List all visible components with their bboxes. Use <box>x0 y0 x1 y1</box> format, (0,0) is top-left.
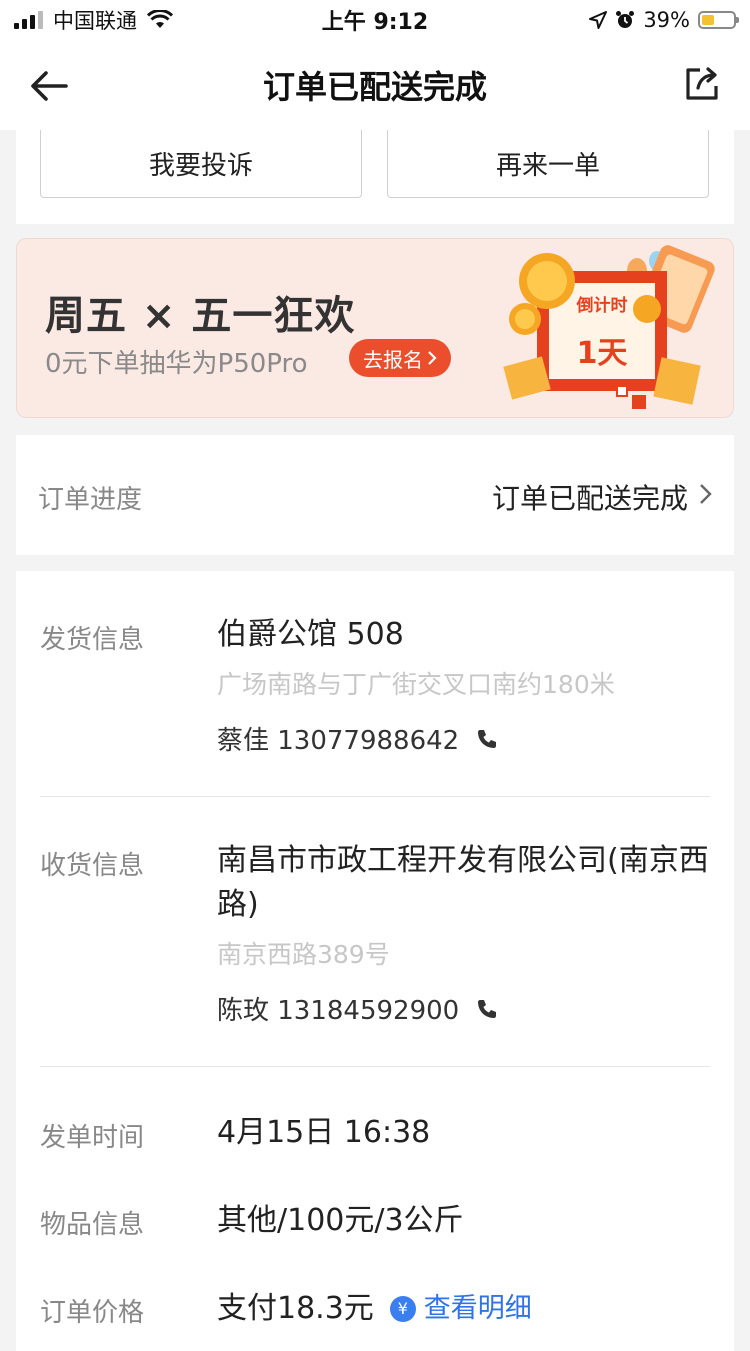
alarm-icon <box>616 11 635 28</box>
divider <box>40 1066 710 1067</box>
order-progress-row[interactable]: 订单进度 订单已配送完成 <box>16 435 734 555</box>
receiving-name: 南昌市市政工程开发有限公司(南京西路) <box>217 843 709 922</box>
location-arrow-icon <box>589 11 608 29</box>
banner-signup-label: 去报名 <box>363 347 423 372</box>
countdown-graphic: 倒计时 1天 <box>503 245 715 409</box>
action-buttons-card: 我要投诉 再来一单 <box>16 130 734 224</box>
order-time-label: 发单时间 <box>40 1123 145 1153</box>
receiving-contact-text: 陈玫 13184592900 <box>217 996 460 1026</box>
banner-subtitle: 0元下单抽华为P50Pro <box>45 349 308 379</box>
price-value: 支付18.3元 <box>217 1291 374 1326</box>
price-row: 支付18.3元 ¥ 查看明细 <box>217 1287 717 1331</box>
chevron-right-icon <box>428 351 437 365</box>
page-title: 订单已配送完成 <box>262 68 487 106</box>
phone-icon[interactable] <box>475 997 499 1021</box>
receiving-label: 收货信息 <box>40 851 145 881</box>
battery-percent: 39% <box>643 8 690 32</box>
shipping-contact: 蔡佳 13077988642 <box>217 720 499 757</box>
banner-signup-button[interactable]: 去报名 <box>349 339 451 377</box>
progress-status: 订单已配送完成 <box>491 482 688 515</box>
status-right: 39% <box>589 6 739 34</box>
battery-icon <box>698 11 739 29</box>
item-info-label: 物品信息 <box>40 1210 145 1240</box>
shipping-name: 伯爵公馆 508 <box>217 617 404 652</box>
order-time-value: 4月15日 16:38 <box>217 1115 431 1150</box>
receiving-address: 南京西路389号 <box>217 940 390 969</box>
yen-icon: ¥ <box>389 1296 416 1322</box>
phone-icon[interactable] <box>475 727 499 751</box>
item-info-value: 其他/100元/3公斤 <box>217 1203 464 1238</box>
countdown-label: 倒计时 <box>576 295 628 316</box>
price-detail-label: 查看明细 <box>423 1293 532 1324</box>
complain-button[interactable]: 我要投诉 <box>40 130 362 198</box>
nav-bar: 订单已配送完成 <box>0 40 750 130</box>
receiving-contact: 陈玫 13184592900 <box>217 990 499 1027</box>
shipping-address: 广场南路与丁广街交叉口南约180米 <box>217 670 615 699</box>
chevron-right-icon <box>700 484 712 504</box>
banner-title: 周五 × 五一狂欢 <box>45 293 356 339</box>
share-icon[interactable] <box>680 62 724 106</box>
reorder-button[interactable]: 再来一单 <box>387 130 709 198</box>
price-label: 订单价格 <box>40 1298 145 1328</box>
price-detail-link[interactable]: ¥ 查看明细 <box>389 1287 532 1331</box>
status-bar: 中国联通 上午 9:12 39% <box>0 0 750 40</box>
divider <box>40 796 710 797</box>
progress-label: 订单进度 <box>38 485 143 515</box>
order-info-card: 发货信息 伯爵公馆 508 广场南路与丁广街交叉口南约180米 蔡佳 13077… <box>16 571 734 1351</box>
shipping-contact-text: 蔡佳 13077988642 <box>217 726 460 756</box>
shipping-label: 发货信息 <box>40 625 145 655</box>
countdown-value: 1天 <box>577 336 628 371</box>
battery-fill <box>702 15 714 25</box>
promo-banner[interactable]: 周五 × 五一狂欢 0元下单抽华为P50Pro 去报名 倒计时 1天 <box>16 238 734 418</box>
